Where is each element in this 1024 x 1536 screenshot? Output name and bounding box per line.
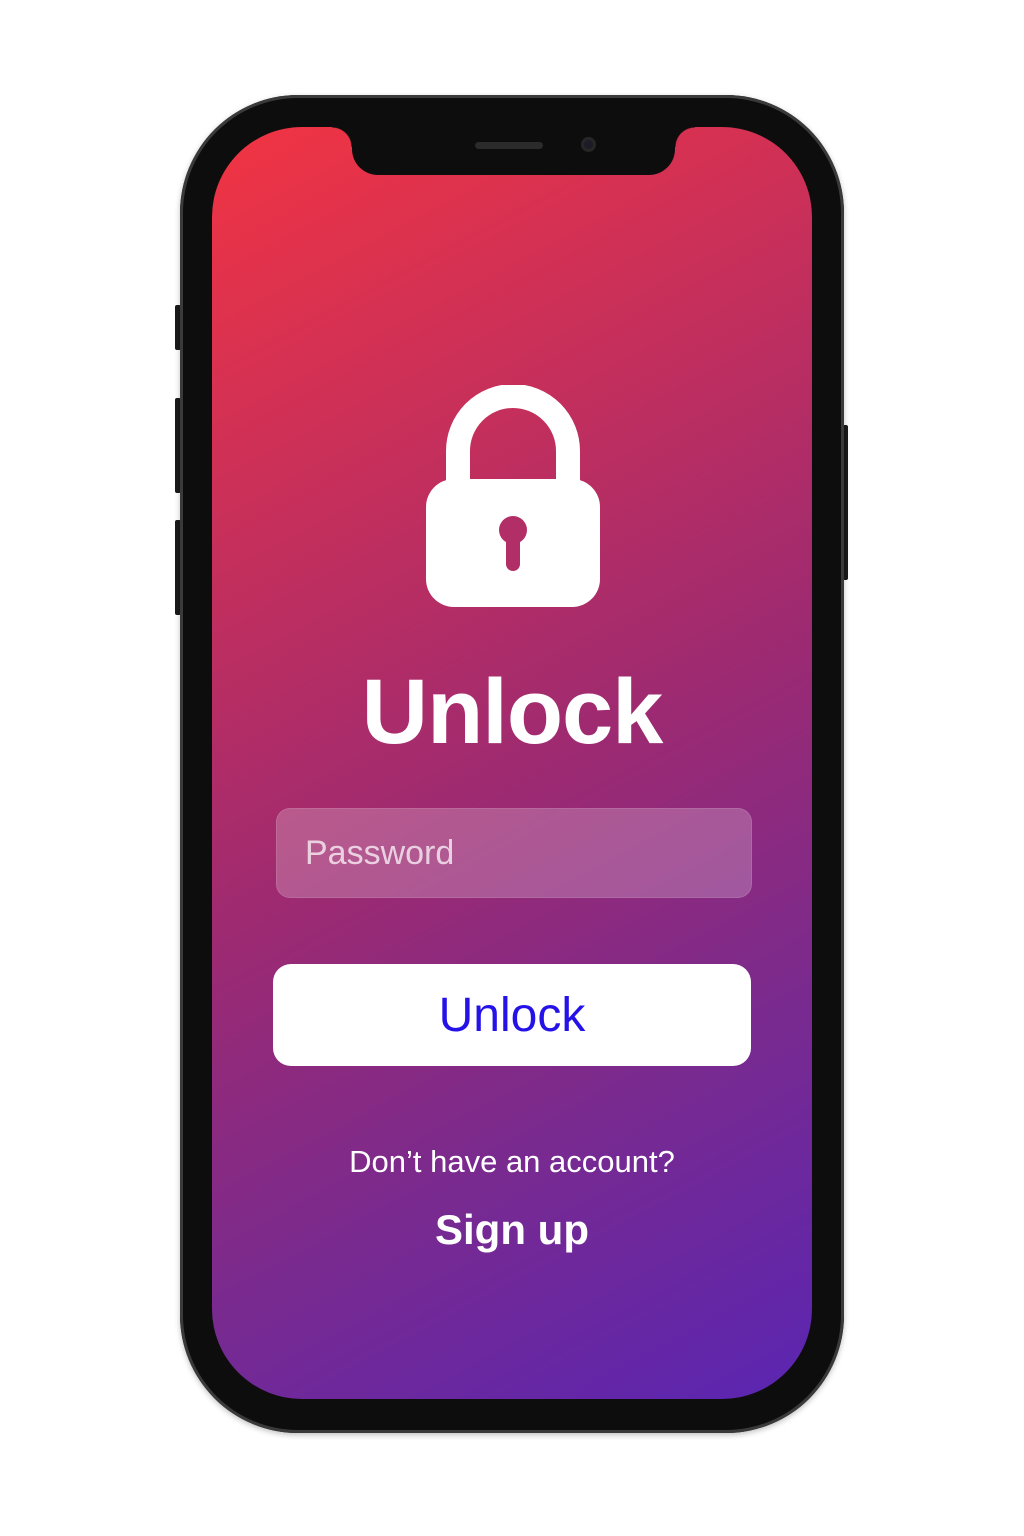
unlock-button[interactable]: Unlock — [273, 964, 751, 1066]
notch — [332, 127, 695, 175]
earpiece-speaker — [475, 142, 543, 149]
no-account-prompt: Don’t have an account? — [349, 1144, 675, 1179]
lock-icon — [426, 385, 600, 607]
sign-up-link[interactable]: Sign up — [412, 1202, 612, 1258]
password-input[interactable] — [276, 808, 752, 898]
lock-screen: Unlock Unlock Don’t have an account? Sig… — [212, 127, 812, 1399]
stage: Unlock Unlock Don’t have an account? Sig… — [0, 0, 1024, 1536]
page-title: Unlock — [361, 661, 664, 763]
front-camera — [581, 137, 596, 152]
